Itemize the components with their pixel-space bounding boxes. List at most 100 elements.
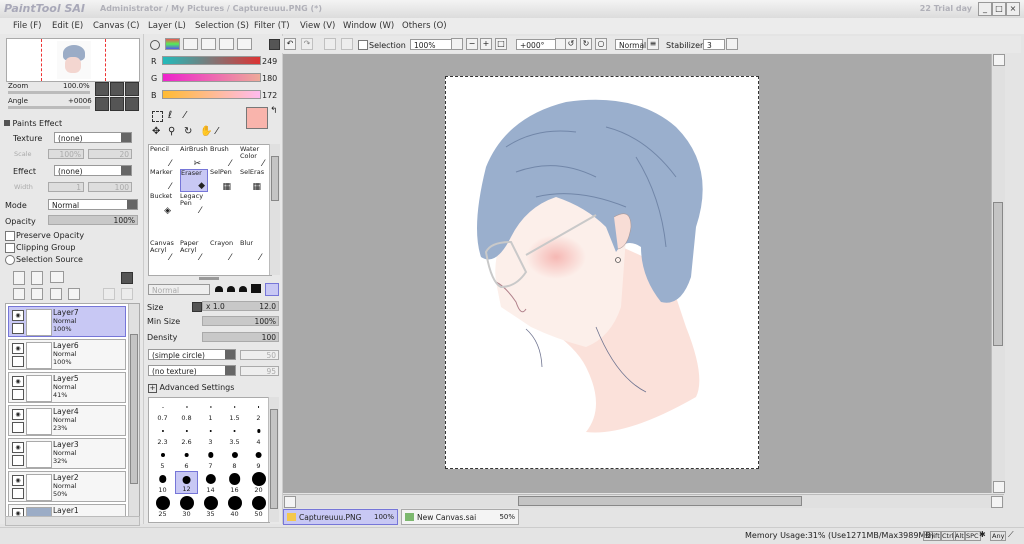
menu-filter[interactable]: Filter (T) xyxy=(254,21,290,31)
canvas-vscrollbar[interactable] xyxy=(991,54,1005,493)
rotate-reset-icon[interactable] xyxy=(125,97,139,111)
brush-size-30[interactable]: 30 xyxy=(175,495,198,518)
menu-view[interactable]: View (V) xyxy=(300,21,335,31)
layer-row[interactable]: ◉ Layer2 Normal 50% xyxy=(8,471,126,502)
palette-icon[interactable] xyxy=(237,38,252,50)
brush-size-0.8[interactable]: 0.8 xyxy=(175,399,198,422)
shape-soft-icon[interactable] xyxy=(239,286,247,292)
chevron-down-icon[interactable] xyxy=(269,39,280,50)
preserve-opacity-checkbox[interactable] xyxy=(5,231,15,241)
texture-select[interactable]: (none) xyxy=(54,132,132,143)
deselect-icon[interactable] xyxy=(324,38,336,50)
tool-seleras[interactable]: SelEras ▦ xyxy=(240,169,264,192)
layer-row[interactable]: ◉ Layer4 Normal 23% xyxy=(8,405,126,436)
layer-options-icon[interactable] xyxy=(121,272,133,284)
maximize-icon[interactable]: □ xyxy=(992,2,1006,16)
zoom-out-icon[interactable]: − xyxy=(466,38,478,50)
texture-strength[interactable]: 95 xyxy=(240,366,279,376)
delete-layer-icon[interactable] xyxy=(68,288,80,300)
effect-select[interactable]: (none) xyxy=(54,165,132,176)
g-slider[interactable] xyxy=(162,73,261,82)
scroll-left-icon[interactable] xyxy=(284,496,296,508)
tool-blur[interactable]: Blur ⁄ xyxy=(240,240,263,263)
canvas-viewport[interactable] xyxy=(283,54,1005,493)
brush-size-0.7[interactable]: 0.7 xyxy=(151,399,174,422)
menu-selection[interactable]: Selection (S) xyxy=(195,21,249,31)
rotate-left-icon[interactable] xyxy=(95,97,109,111)
shape-hard-icon[interactable] xyxy=(215,286,223,292)
shape-custom-icon[interactable] xyxy=(265,283,279,296)
tab-new-canvas[interactable]: New Canvas.sai 50% xyxy=(401,509,519,525)
eye-icon[interactable]: ◉ xyxy=(12,376,24,387)
scroll-thumb[interactable] xyxy=(130,334,138,484)
layer-hscrollbar[interactable] xyxy=(5,516,140,526)
foreground-color-swatch[interactable] xyxy=(246,107,268,129)
new-folder-icon[interactable] xyxy=(50,271,64,283)
brush-size-scrollbar[interactable] xyxy=(268,397,279,522)
canvas-document[interactable] xyxy=(445,76,759,469)
rect-select-icon[interactable] xyxy=(152,111,163,122)
scratchpad-icon[interactable] xyxy=(219,38,234,50)
tool-marker[interactable]: Marker ⁄ xyxy=(150,169,173,192)
shape-strength[interactable]: 50 xyxy=(240,350,279,360)
width-slider[interactable]: 1 xyxy=(48,182,84,192)
pen-lock-icon[interactable] xyxy=(12,389,24,400)
eye-icon[interactable]: ◉ xyxy=(12,442,24,453)
swap-colors-icon[interactable]: ↰ xyxy=(270,106,278,116)
tool-brush[interactable]: Brush ⁄ xyxy=(210,146,233,169)
magic-wand-icon[interactable]: ⁄ xyxy=(184,110,186,121)
tool-canvas-acryl[interactable]: Canvas Acryl ⁄ xyxy=(150,240,174,263)
shape-medium-icon[interactable] xyxy=(227,286,235,292)
density-slider[interactable]: 100 xyxy=(202,332,279,342)
delete-mask-icon[interactable] xyxy=(121,288,133,300)
layer-row[interactable]: ◉ Layer5 Normal 41% xyxy=(8,372,126,403)
tool-selpen[interactable]: SelPen ▦ xyxy=(210,169,233,192)
brush-size-50[interactable]: 50 xyxy=(247,495,270,518)
size-mult-icon[interactable] xyxy=(192,302,202,312)
zoom-slider[interactable] xyxy=(8,91,90,94)
selection-checkbox[interactable] xyxy=(358,40,368,50)
r-slider[interactable] xyxy=(162,56,261,65)
close-icon[interactable]: × xyxy=(1006,2,1020,16)
zoom-in-icon[interactable] xyxy=(110,82,124,96)
size-slider[interactable]: x 1.0 12.0 xyxy=(202,301,279,311)
menu-layer[interactable]: Layer (L) xyxy=(148,21,186,31)
tool-legacy-pen[interactable]: Legacy Pen ⁄ xyxy=(180,193,203,216)
navigator-preview[interactable] xyxy=(6,38,140,82)
chevron-down-icon[interactable] xyxy=(451,38,463,50)
transfer-down-icon[interactable] xyxy=(13,288,25,300)
brush-size-3[interactable]: 3 xyxy=(199,423,222,446)
brush-texture-select[interactable]: (no texture) xyxy=(148,365,236,376)
brush-size-14[interactable]: 14 xyxy=(199,471,222,494)
pen-lock-icon[interactable] xyxy=(12,455,24,466)
apply-mask-icon[interactable] xyxy=(103,288,115,300)
brush-size-40[interactable]: 40 xyxy=(223,495,246,518)
scroll-up-icon[interactable] xyxy=(993,54,1005,66)
pen-lock-icon[interactable] xyxy=(12,488,24,499)
scroll-thumb[interactable] xyxy=(271,156,279,201)
brush-size-5[interactable]: 5 xyxy=(151,447,174,470)
brush-size-9[interactable]: 9 xyxy=(247,447,270,470)
pen-lock-icon[interactable] xyxy=(12,356,24,367)
rotate-right-icon[interactable]: ↻ xyxy=(580,38,592,50)
stabilizer-select[interactable]: 3 xyxy=(703,39,725,50)
blend-mode-select[interactable]: Normal xyxy=(48,199,138,210)
brush-size-1.5[interactable]: 1.5 xyxy=(223,399,246,422)
brush-size-20[interactable]: 20 xyxy=(247,471,270,494)
scroll-right-icon[interactable] xyxy=(991,496,1003,508)
layer-row[interactable]: ◉ Layer3 Normal 32% xyxy=(8,438,126,469)
zoom-in-icon[interactable]: + xyxy=(480,38,492,50)
opacity-slider[interactable]: 100% xyxy=(48,215,138,225)
panel-splitter[interactable] xyxy=(199,277,219,280)
brush-size-2[interactable]: 2 xyxy=(247,399,270,422)
brush-size-35[interactable]: 35 xyxy=(199,495,222,518)
rgb-slider-icon[interactable] xyxy=(165,38,180,50)
zoom-select[interactable]: 100% xyxy=(410,39,452,50)
brush-shape-select[interactable]: (simple circle) xyxy=(148,349,236,360)
eye-icon[interactable]: ◉ xyxy=(12,475,24,486)
tool-airbrush[interactable]: AirBrush ✂ xyxy=(180,146,208,169)
tool-paper-acryl[interactable]: Paper Acryl ⁄ xyxy=(180,240,203,263)
zoom-out-icon[interactable] xyxy=(95,82,109,96)
b-slider[interactable] xyxy=(162,90,261,99)
layer-scrollbar[interactable] xyxy=(128,304,139,516)
